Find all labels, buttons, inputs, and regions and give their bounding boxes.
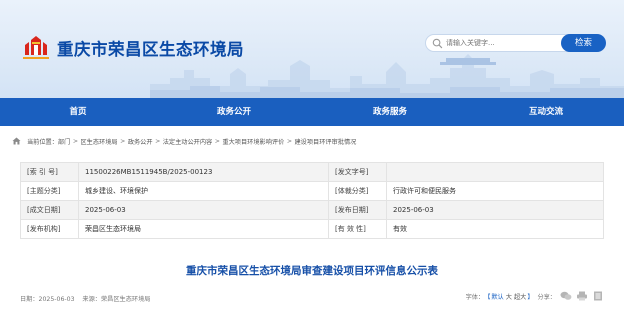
font-size-default-button[interactable]: 默认	[491, 292, 503, 301]
nav-item-government-services[interactable]: 政务服务	[312, 98, 468, 126]
main-nav: 首页 政务公开 政务服务 互动交流	[0, 98, 624, 126]
breadcrumb-item-government-affairs[interactable]: 政务公开	[128, 137, 153, 146]
breadcrumb-item-bureau[interactable]: 区生态环境局	[81, 137, 118, 146]
table-row: [发布机构] 荣昌区生态环境局 [有 效 性] 有效	[20, 219, 604, 239]
site-title: 重庆市荣昌区生态环境局	[57, 40, 244, 59]
document-number-value	[386, 162, 604, 182]
genre-category-value: 行政许可和便民服务	[386, 181, 604, 201]
article-tools: 字体： 【 默认 大 超大 】 分享：	[466, 291, 604, 301]
table-row: [成文日期] 2025-06-03 [发布日期] 2025-06-03	[20, 200, 604, 220]
search-icon	[432, 38, 443, 49]
article-title: 重庆市荣昌区生态环境局审查建设项目环评信息公示表	[186, 265, 438, 277]
font-size-label: 字体：	[465, 293, 485, 301]
print-icon[interactable]	[576, 291, 588, 301]
creation-date-value: 2025-06-03	[78, 200, 329, 220]
document-number-label: [发文字号]	[328, 162, 387, 182]
search-box: 检索	[425, 34, 606, 52]
nav-item-interaction[interactable]: 互动交流	[468, 98, 624, 126]
wechat-icon[interactable]	[560, 291, 572, 301]
breadcrumb-separator: >	[286, 137, 292, 145]
breadcrumb-item-approval-status[interactable]: 建设项目环评审批情况	[295, 137, 357, 146]
breadcrumb-separator: >	[120, 137, 126, 145]
document-icon[interactable]	[592, 291, 604, 301]
index-number-label: [索 引 号]	[20, 162, 79, 182]
validity-label: [有 效 性]	[328, 219, 387, 239]
font-size-xlarge-button[interactable]: 超大	[514, 292, 526, 301]
home-icon	[12, 137, 21, 145]
breadcrumb-separator: >	[155, 137, 161, 145]
share-label: 分享：	[537, 293, 556, 301]
site-header: 重庆市荣昌区生态环境局 检索	[0, 0, 624, 98]
publish-date-value: 2025-06-03	[386, 200, 604, 220]
genre-category-label: [体裁分类]	[328, 181, 387, 201]
breadcrumb-current-location[interactable]: 当前位置：部门	[27, 137, 70, 146]
page: 重庆市荣昌区生态环境局 检索 首页 政务公开 政务服务 互动交流 当前位置：部门…	[0, 0, 624, 314]
topic-category-value: 城乡建设、环境保护	[78, 181, 329, 201]
breadcrumb-separator: >	[72, 137, 78, 145]
publisher-label: [发布机构]	[20, 219, 79, 239]
article-source: 来源：荣昌区生态环境局	[82, 296, 151, 303]
publish-date-label: [发布日期]	[328, 200, 387, 220]
nav-item-government-affairs[interactable]: 政务公开	[156, 98, 312, 126]
topic-category-label: [主题分类]	[20, 181, 79, 201]
breadcrumb-item-eia[interactable]: 重大项目环境影响评价	[222, 137, 284, 146]
font-size-large-button[interactable]: 大	[506, 292, 512, 301]
font-size-bracket-open: 【	[484, 293, 491, 301]
nav-item-home[interactable]: 首页	[0, 98, 156, 126]
index-number-value: 11500226MB1511945B/2025-00123	[78, 162, 329, 182]
article-date: 日期：2025-06-03	[20, 296, 75, 303]
creation-date-label: [成文日期]	[20, 200, 79, 220]
breadcrumb-item-statutory-disclosure[interactable]: 法定主动公开内容	[163, 137, 213, 146]
table-row: [索 引 号] 11500226MB1511945B/2025-00123 [发…	[20, 162, 604, 182]
font-size-bracket-close: 】	[527, 293, 534, 301]
breadcrumb-separator: >	[214, 137, 220, 145]
search-button[interactable]: 检索	[561, 34, 606, 52]
search-input[interactable]	[446, 36, 561, 50]
table-row: [主题分类] 城乡建设、环境保护 [体裁分类] 行政许可和便民服务	[20, 181, 604, 201]
publisher-value: 荣昌区生态环境局	[78, 219, 329, 239]
site-logo	[23, 36, 49, 59]
validity-value: 有效	[386, 219, 604, 239]
breadcrumb: 当前位置：部门 > 区生态环境局 > 政务公开 > 法定主动公开内容 > 重大项…	[12, 135, 356, 147]
article-meta: 日期：2025-06-03 来源：荣昌区生态环境局	[20, 294, 150, 303]
document-info-table: [索 引 号] 11500226MB1511945B/2025-00123 [发…	[20, 162, 604, 239]
